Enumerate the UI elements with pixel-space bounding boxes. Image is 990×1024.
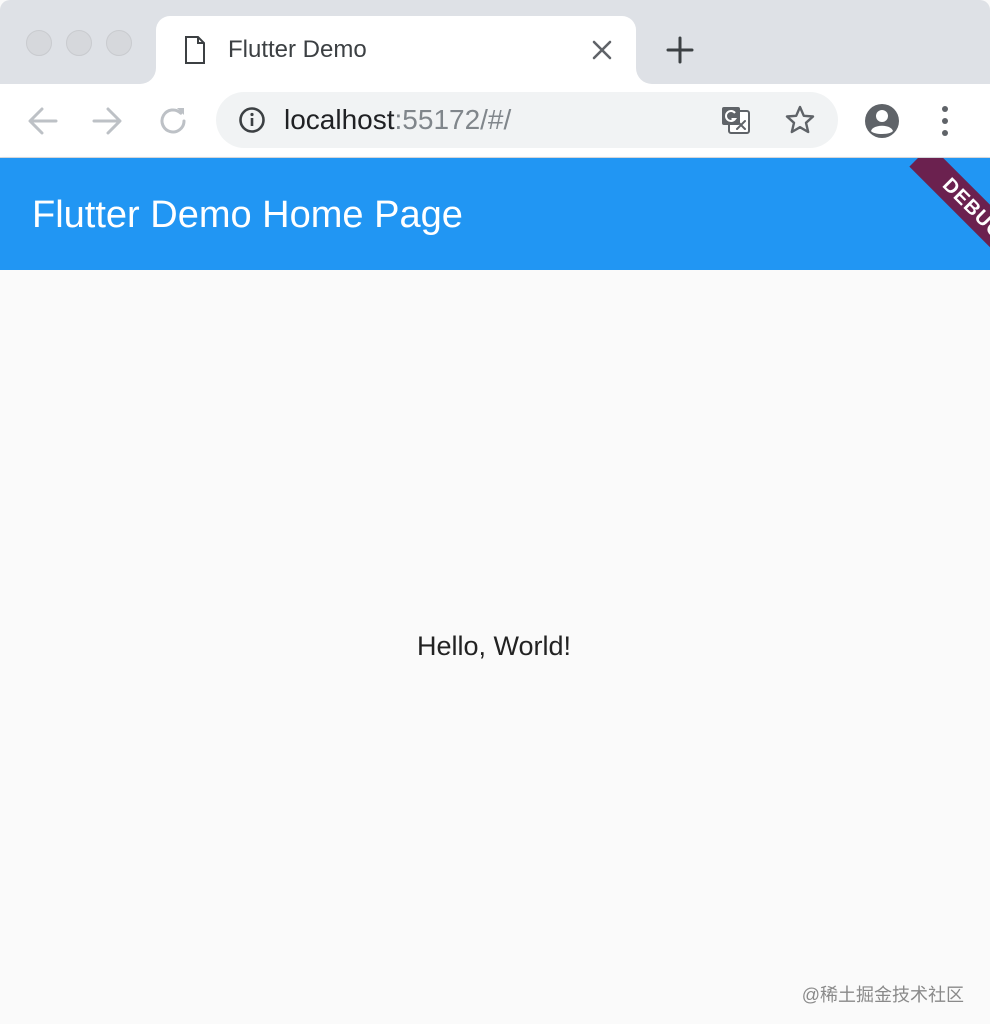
document-icon [185, 36, 205, 64]
page-title: Flutter Demo Home Page [32, 194, 463, 236]
address-bar[interactable]: localhost:55172/#/ [216, 92, 838, 148]
profile-icon[interactable] [864, 103, 900, 139]
tab-title: Flutter Demo [228, 36, 367, 63]
reload-icon[interactable] [156, 104, 190, 138]
more-vert-icon[interactable] [930, 103, 960, 139]
window-minimize-button[interactable] [66, 30, 92, 56]
app-body: Hello, World! [0, 270, 990, 1024]
info-icon[interactable] [238, 106, 266, 134]
close-icon[interactable] [588, 36, 616, 64]
url-host: localhost [284, 104, 395, 135]
url-path: :55172/#/ [394, 104, 512, 135]
new-tab-button[interactable] [664, 34, 696, 66]
url-text[interactable]: localhost:55172/#/ [284, 105, 511, 135]
watermark: @稀土掘金技术社区 [801, 985, 964, 1005]
debug-banner: DEBUG [909, 158, 990, 270]
tab-flutter-demo[interactable]: Flutter Demo [156, 16, 636, 84]
window-zoom-button[interactable] [106, 30, 132, 56]
hello-text: Hello, World! [416, 631, 572, 661]
back-arrow-icon[interactable] [26, 104, 60, 138]
translate-icon[interactable] [720, 104, 752, 136]
window-close-button[interactable] [26, 30, 52, 56]
forward-arrow-icon[interactable] [90, 104, 124, 138]
tab-strip: Flutter Demo [0, 0, 990, 84]
star-icon[interactable] [784, 104, 816, 136]
browser-toolbar: localhost:55172/#/ [0, 84, 990, 158]
browser-window: Flutter Demo localhost:55172/#/ Flutter … [0, 0, 990, 1024]
app-bar: Flutter Demo Home Page DEBUG [0, 158, 990, 270]
